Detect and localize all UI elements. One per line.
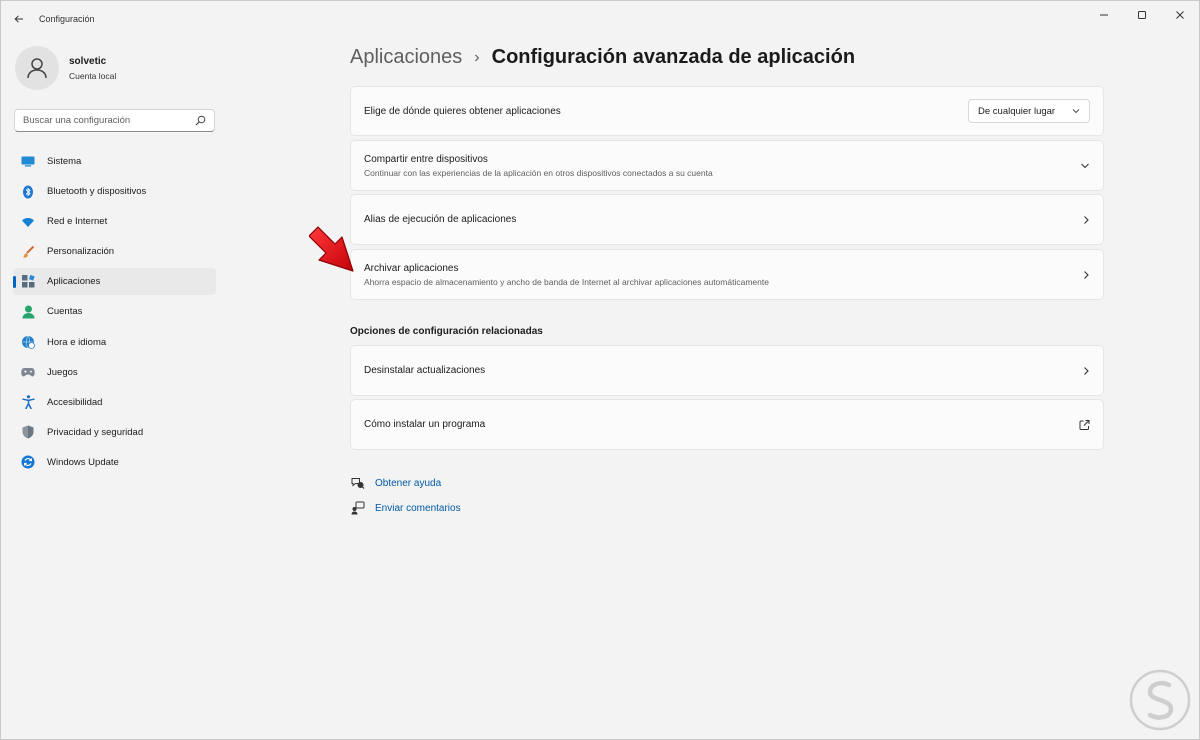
sidebar-nav: Sistema Bluetooth y dispositivos Red e I… <box>13 148 216 479</box>
related-settings-heading: Opciones de configuración relacionadas <box>350 326 543 337</box>
sidebar-item-label: Sistema <box>47 156 82 167</box>
person-icon <box>27 58 47 79</box>
setting-text: Compartir entre dispositivos Continuar c… <box>364 154 713 178</box>
accounts-icon <box>21 305 35 319</box>
setting-title: Desinstalar actualizaciones <box>364 365 486 376</box>
app-title: Configuración <box>39 14 95 24</box>
navigate-button[interactable] <box>1083 366 1090 376</box>
sidebar-item-aplicaciones[interactable]: Aplicaciones <box>13 268 216 296</box>
close-button[interactable] <box>1161 1 1199 29</box>
dropdown-value: De cualquier lugar <box>978 105 1056 117</box>
navigate-button[interactable] <box>1083 215 1090 225</box>
chevron-right-icon <box>1084 366 1089 375</box>
setting-description: Continuar con las experiencias de la apl… <box>364 167 713 178</box>
back-arrow-icon <box>14 15 23 23</box>
send-feedback-link[interactable]: Enviar comentarios <box>350 500 461 516</box>
accessibility-icon <box>21 395 35 410</box>
breadcrumb: Aplicaciones › Configuración avanzada de… <box>350 46 855 69</box>
sidebar-item-hora[interactable]: Hora e idioma <box>13 329 216 356</box>
profile-account-type: Cuenta local <box>69 70 117 81</box>
breadcrumb-parent-link[interactable]: Aplicaciones <box>350 46 462 69</box>
profile-name: solvetic <box>69 55 107 67</box>
gamepad-icon <box>21 365 35 379</box>
page-title: Configuración avanzada de aplicación <box>491 46 856 68</box>
get-help-text[interactable]: Obtener ayuda <box>375 478 441 489</box>
system-icon <box>21 155 35 169</box>
setting-card-share-devices[interactable]: Compartir entre dispositivos Continuar c… <box>350 140 1104 191</box>
shield-icon <box>21 425 35 439</box>
sidebar-item-label: Hora e idioma <box>47 336 107 348</box>
setting-title: Alias de ejecución de aplicaciones <box>364 214 517 225</box>
sidebar-item-bluetooth[interactable]: Bluetooth y dispositivos <box>13 178 216 205</box>
setting-description: Ahorra espacio de almacenamiento y ancho… <box>364 276 769 287</box>
watermark-logo-icon <box>1129 669 1191 731</box>
chevron-right-icon <box>1084 215 1089 224</box>
sidebar-item-label: Windows Update <box>47 456 119 468</box>
setting-title: Cómo instalar un programa <box>364 419 486 430</box>
close-icon <box>1176 11 1184 19</box>
sidebar-item-label: Aplicaciones <box>47 276 101 288</box>
search-input[interactable] <box>23 115 193 126</box>
send-feedback-text[interactable]: Enviar comentarios <box>375 503 461 514</box>
chevron-down-icon <box>1072 109 1080 114</box>
search-box[interactable] <box>14 109 215 132</box>
maximize-icon <box>1138 11 1146 19</box>
sidebar-item-label: Red e Internet <box>47 216 108 228</box>
brush-icon <box>21 245 35 259</box>
external-link-icon <box>1079 419 1090 430</box>
sidebar-item-label: Juegos <box>47 366 78 378</box>
sidebar-item-juegos[interactable]: Juegos <box>13 359 216 386</box>
globe-clock-icon <box>21 335 35 349</box>
sidebar-item-privacidad[interactable]: Privacidad y seguridad <box>13 419 216 446</box>
sidebar-item-label: Accesibilidad <box>47 396 103 408</box>
sidebar-item-label: Personalización <box>47 246 115 258</box>
maximize-button[interactable] <box>1123 1 1161 29</box>
setting-card-install-program[interactable]: Cómo instalar un programa <box>350 399 1104 450</box>
expand-button[interactable] <box>1080 162 1090 169</box>
setting-title: Elige de dónde quieres obtener aplicacio… <box>364 105 561 117</box>
sidebar-item-accesibilidad[interactable]: Accesibilidad <box>13 389 216 416</box>
wifi-icon <box>21 215 35 229</box>
sidebar-item-label: Cuentas <box>47 306 83 318</box>
setting-card-uninstall-updates[interactable]: Desinstalar actualizaciones <box>350 345 1104 396</box>
app-source-dropdown[interactable]: De cualquier lugar <box>968 99 1090 123</box>
chevron-down-icon <box>1081 163 1089 168</box>
setting-control: De cualquier lugar <box>968 99 1090 123</box>
bluetooth-icon <box>21 185 35 199</box>
sidebar-item-personalizacion[interactable]: Personalización <box>13 238 216 265</box>
sidebar-item-label: Bluetooth y dispositivos <box>47 186 147 198</box>
setting-title: Compartir entre dispositivos <box>364 153 488 165</box>
setting-card-app-source: Elige de dónde quieres obtener aplicacio… <box>350 86 1104 136</box>
avatar <box>15 46 59 90</box>
setting-text: Archivar aplicaciones Ahorra espacio de … <box>364 263 769 287</box>
help-icon <box>350 475 366 491</box>
navigate-button[interactable] <box>1083 270 1090 280</box>
sidebar-item-windows-update[interactable]: Windows Update <box>13 449 216 476</box>
settings-window: Configuración solvetic Cuenta local Busc… <box>0 0 1200 740</box>
sidebar-item-cuentas[interactable]: Cuentas <box>13 298 216 325</box>
breadcrumb-chevron-icon: › <box>474 48 480 66</box>
update-icon <box>21 455 35 469</box>
chevron-right-icon <box>1084 270 1089 279</box>
title-bar: Configuración <box>1 1 1199 35</box>
sidebar-item-sistema[interactable]: Sistema <box>13 148 216 175</box>
profile-text: solvetic Cuenta local <box>69 56 116 81</box>
back-button[interactable] <box>9 9 29 29</box>
apps-icon <box>21 275 35 289</box>
feedback-icon <box>350 500 366 516</box>
open-external-button[interactable] <box>1079 419 1090 430</box>
setting-card-app-execution-alias[interactable]: Alias de ejecución de aplicaciones <box>350 194 1104 245</box>
get-help-link[interactable]: Obtener ayuda <box>350 475 441 491</box>
window-controls <box>1085 1 1199 29</box>
search-icon[interactable] <box>195 115 206 126</box>
minimize-icon <box>1100 14 1108 16</box>
annotation-arrow-icon <box>309 226 354 272</box>
user-profile[interactable]: solvetic Cuenta local <box>15 45 116 91</box>
sidebar-item-label: Privacidad y seguridad <box>47 426 144 438</box>
setting-title: Archivar aplicaciones <box>364 262 459 274</box>
sidebar-item-red[interactable]: Red e Internet <box>13 208 216 235</box>
setting-card-archive-apps[interactable]: Archivar aplicaciones Ahorra espacio de … <box>350 249 1104 300</box>
minimize-button[interactable] <box>1085 1 1123 29</box>
